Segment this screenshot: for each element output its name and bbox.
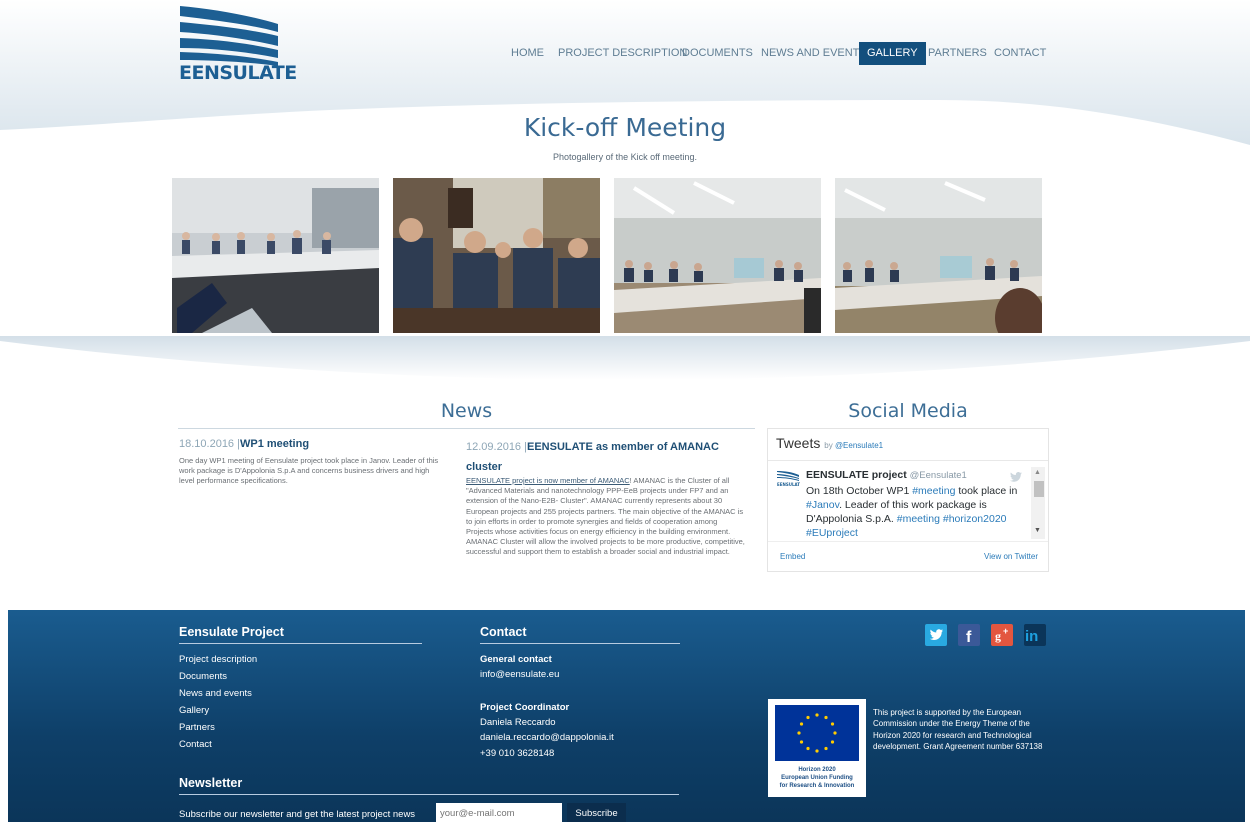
nav-gallery[interactable]: GALLERY bbox=[859, 42, 926, 65]
footer-link-gallery[interactable]: Gallery bbox=[179, 705, 209, 716]
tweets-by-label: by bbox=[824, 441, 833, 450]
tweets-label: Tweets bbox=[776, 435, 821, 451]
gallery-photo-2[interactable] bbox=[393, 178, 600, 333]
news-item-1-body: One day WP1 meeting of Eensulate project… bbox=[179, 456, 439, 486]
social-heading: Social Media bbox=[848, 400, 968, 422]
footer-link-news-and-events[interactable]: News and events bbox=[179, 688, 252, 699]
footer-link-documents[interactable]: Documents bbox=[179, 671, 227, 682]
news-item-1-date: 18.10.2016 bbox=[179, 438, 235, 450]
nav-partners[interactable]: PARTNERS bbox=[920, 42, 995, 65]
twitter-handle-link[interactable]: @Eensulate1 bbox=[835, 441, 883, 450]
newsletter-label: Subscribe our newsletter and get the lat… bbox=[179, 809, 416, 820]
news-item-2-date: 12.09.2016 bbox=[466, 441, 522, 453]
nav-news-and-events[interactable]: NEWS AND EVENTS bbox=[753, 42, 875, 65]
footer-project-heading: Eensulate Project bbox=[179, 625, 284, 639]
general-contact-label: General contact bbox=[480, 654, 552, 665]
hashtag-meeting[interactable]: #meeting bbox=[912, 485, 955, 497]
hashtag-euproject[interactable]: #EUproject bbox=[806, 527, 858, 539]
gallery-photo-1[interactable] bbox=[172, 178, 379, 333]
google-plus-icon[interactable]: g + bbox=[991, 624, 1013, 646]
news-divider bbox=[178, 428, 755, 429]
svg-text:f: f bbox=[966, 629, 972, 646]
footer bbox=[8, 610, 1245, 822]
nav-contact[interactable]: CONTACT bbox=[986, 42, 1054, 65]
newsletter-heading: Newsletter bbox=[179, 776, 243, 790]
amanac-link[interactable]: EENSULATE project is now member of AMANA… bbox=[466, 476, 630, 485]
gallery-photo-3[interactable] bbox=[614, 178, 821, 333]
linkedin-icon[interactable]: in bbox=[1024, 624, 1046, 646]
view-on-twitter-link[interactable]: View on Twitter bbox=[984, 552, 1038, 561]
news-item-2-text: ! AMANAC is the Cluster of all "Advanced… bbox=[466, 476, 745, 557]
tweet-author[interactable]: EENSULATE project @Eensulate1 bbox=[806, 469, 967, 481]
coordinator-phone: +39 010 3628148 bbox=[480, 748, 555, 759]
embed-link[interactable]: Embed bbox=[780, 552, 805, 561]
coordinator-email[interactable]: daniela.reccardo@dappolonia.it bbox=[480, 732, 614, 743]
twitter-widget-header: Tweets by @Eensulate1 bbox=[776, 435, 883, 451]
svg-text:+: + bbox=[1003, 626, 1008, 636]
tweet-author-name: EENSULATE project bbox=[806, 469, 907, 481]
tweet-text: On 18th October WP1 #meeting took place … bbox=[806, 485, 1018, 539]
news-item-2-header: 12.09.2016 |EENSULATE as member of AMANA… bbox=[466, 441, 719, 473]
newsletter-email-input[interactable] bbox=[436, 803, 562, 822]
news-item-1-header: 18.10.2016 |WP1 meeting bbox=[179, 438, 310, 450]
footer-link-partners[interactable]: Partners bbox=[179, 722, 215, 733]
news-item-1-title[interactable]: WP1 meeting bbox=[240, 438, 309, 450]
scroll-up-icon[interactable]: ▲ bbox=[1034, 469, 1041, 476]
hashtag-meeting-2[interactable]: #meeting bbox=[897, 513, 940, 525]
logo-text: EENSULATE bbox=[179, 62, 297, 84]
twitter-icon[interactable] bbox=[925, 624, 947, 646]
twitter-widget: Tweets by @Eensulate1 EENSULATE EENSULAT… bbox=[767, 428, 1049, 572]
footer-contact-heading: Contact bbox=[480, 625, 527, 639]
nav-home[interactable]: HOME bbox=[503, 42, 552, 65]
coordinator-name: Daniela Reccardo bbox=[480, 717, 556, 728]
eu-funding-badge: Horizon 2020 European Union Funding for … bbox=[768, 699, 866, 797]
page-title: Kick-off Meeting bbox=[523, 113, 727, 142]
tweet-author-handle: @Eensulate1 bbox=[909, 470, 967, 481]
svg-text:in: in bbox=[1025, 628, 1038, 645]
coordinator-label: Project Coordinator bbox=[480, 702, 570, 713]
twitter-bird-icon[interactable] bbox=[1010, 472, 1022, 482]
general-contact-email[interactable]: info@eensulate.eu bbox=[480, 669, 559, 680]
subscribe-button[interactable]: Subscribe bbox=[567, 803, 626, 822]
news-item-2-body: EENSULATE project is now member of AMANA… bbox=[466, 476, 746, 558]
svg-text:EENSULATE: EENSULATE bbox=[777, 482, 800, 487]
page-subtitle: Photogallery of the Kick off meeting. bbox=[553, 152, 697, 162]
footer-link-project-description[interactable]: Project description bbox=[179, 654, 257, 665]
facebook-icon[interactable]: f bbox=[958, 624, 980, 646]
footer-link-contact[interactable]: Contact bbox=[179, 739, 212, 750]
eu-caption: Horizon 2020 European Union Funding for … bbox=[779, 767, 855, 789]
eu-flag-icon bbox=[775, 705, 859, 761]
gallery-photo-4[interactable] bbox=[835, 178, 1042, 333]
hashtag-horizon2020[interactable]: #horizon2020 bbox=[943, 513, 1007, 525]
eu-funding-text: This project is supported by the Europea… bbox=[873, 708, 1043, 752]
hashtag-janov[interactable]: #Janov bbox=[806, 499, 839, 511]
tweet-avatar-icon[interactable]: EENSULATE bbox=[776, 471, 800, 487]
scroll-down-icon[interactable]: ▼ bbox=[1034, 527, 1041, 534]
svg-text:g: g bbox=[995, 629, 1001, 643]
tweet-scrollbar-thumb[interactable] bbox=[1034, 481, 1044, 497]
news-heading: News bbox=[440, 400, 493, 422]
nav-documents[interactable]: DOCUMENTS bbox=[674, 42, 761, 65]
section-divider bbox=[0, 336, 1250, 406]
